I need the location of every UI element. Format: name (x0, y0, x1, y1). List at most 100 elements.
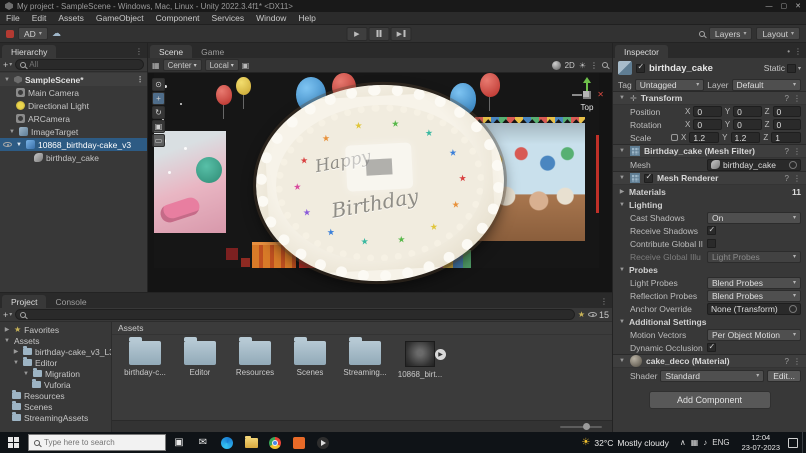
help-icon[interactable]: ? (785, 147, 789, 156)
foldout-icon[interactable]: ▼ (3, 338, 11, 344)
rotate-tool-button[interactable]: ↻ (152, 106, 165, 119)
more-icon[interactable]: ⋮ (793, 94, 801, 103)
gizmo-center-cube[interactable] (583, 91, 591, 99)
mesh-filter-header[interactable]: ▼ Birthday_cake (Mesh Filter) ? ⋮ (613, 144, 806, 158)
hierarchy-item-arcamera[interactable]: ARCamera (0, 112, 147, 125)
app-icon-orange[interactable] (288, 432, 310, 453)
tab-project[interactable]: Project (2, 295, 47, 308)
shading-mode-icon[interactable] (551, 60, 561, 70)
tab-hierarchy[interactable]: Hierarchy (2, 45, 57, 58)
shader-dropdown[interactable]: Standard (660, 369, 765, 382)
menu-edit[interactable]: Edit (26, 12, 53, 24)
hierarchy-item-main-camera[interactable]: Main Camera (0, 86, 147, 99)
gizmos-menu-icon[interactable]: ⋮ (590, 61, 598, 70)
chrome-browser-icon[interactable] (264, 432, 286, 453)
more-icon[interactable]: ⋮ (793, 174, 801, 183)
hierarchy-item-scene[interactable]: ▼ SampleScene* ⋮ (0, 73, 147, 86)
cast-shadows-dropdown[interactable]: On (707, 211, 801, 224)
position-x-field[interactable]: 0 (693, 106, 722, 117)
tree-item[interactable]: ▼ Migration (0, 368, 111, 379)
action-center-icon[interactable] (788, 437, 798, 448)
menu-assets[interactable]: Assets (52, 12, 90, 24)
foldout-icon[interactable]: ▼ (618, 267, 626, 273)
scene-lighting-icon[interactable]: ☀ (579, 61, 586, 70)
project-add-button[interactable]: + ▾ (3, 310, 12, 320)
rotation-x-field[interactable]: 0 (693, 119, 722, 130)
foldout-icon[interactable]: ▼ (8, 129, 16, 135)
foldout-icon[interactable]: ▶ (618, 188, 626, 195)
toggle-2d-button[interactable]: 2D (565, 61, 575, 70)
tree-item[interactable]: Scenes (0, 401, 111, 412)
panel-menu-icon[interactable]: ⋮ (600, 297, 608, 306)
taskbar-search-input[interactable] (44, 438, 160, 447)
menu-file[interactable]: File (0, 12, 26, 24)
foldout-icon[interactable]: ▼ (618, 95, 626, 101)
search-icon[interactable] (698, 30, 705, 37)
tree-favorites[interactable]: ▶ ★ Favorites (0, 324, 111, 335)
file-item[interactable]: Streaming... (342, 337, 388, 420)
tag-dropdown[interactable]: Untagged (634, 78, 705, 91)
hierarchy-add-button[interactable]: + ▾ (3, 60, 12, 70)
cloud-icon[interactable]: ☁ (52, 28, 61, 39)
gizmo-y-axis[interactable] (583, 77, 591, 91)
add-component-button[interactable]: Add Component (648, 391, 771, 409)
panel-menu-icon[interactable]: ⋮ (794, 47, 802, 56)
tab-scene[interactable]: Scene (150, 45, 193, 58)
layout-dropdown[interactable]: Layout ▾ (756, 27, 800, 40)
foldout-icon[interactable]: ▼ (618, 202, 626, 208)
rotation-y-field[interactable]: 0 (733, 119, 762, 130)
show-desktop-button[interactable] (802, 432, 806, 453)
scene-search-icon[interactable] (602, 62, 608, 68)
file-item[interactable]: birthday-c... (122, 337, 168, 420)
hidden-items-count[interactable]: 15 (587, 310, 609, 320)
shader-edit-button[interactable]: Edit... (767, 369, 801, 382)
renderer-enabled-checkbox[interactable] (644, 172, 653, 183)
language-indicator[interactable]: ENG (712, 438, 729, 447)
orientation-dropdown[interactable]: Local ▾ (204, 59, 239, 71)
materials-foldout[interactable]: ▶ Materials 11 (613, 185, 806, 198)
scale-y-field[interactable]: 1.2 (730, 132, 761, 143)
motion-vectors-dropdown[interactable]: Per Object Motion (707, 328, 801, 341)
maximize-button[interactable]: ▢ (781, 2, 788, 10)
taskbar-search[interactable] (28, 434, 166, 451)
account-dropdown[interactable]: AD ▾ (18, 27, 48, 40)
tree-assets-root[interactable]: ▼ Assets (0, 335, 111, 346)
additional-settings-foldout[interactable]: ▼ Additional Settings (613, 315, 806, 328)
project-search[interactable] (15, 309, 575, 320)
step-button[interactable]: ▶ (390, 26, 412, 41)
tree-item[interactable]: Resources (0, 390, 111, 401)
reflection-probes-dropdown[interactable]: Blend Probes (707, 289, 801, 302)
pivot-dropdown[interactable]: Center ▾ (162, 59, 202, 71)
task-view-button[interactable]: ▣ (168, 432, 190, 453)
layers-dropdown[interactable]: Layers ▾ (708, 27, 753, 40)
foldout-icon[interactable]: ▼ (22, 371, 30, 377)
menu-services[interactable]: Services (206, 12, 251, 24)
play-button[interactable]: ▶ (346, 26, 368, 41)
static-checkbox[interactable] (786, 63, 796, 73)
help-icon[interactable]: ? (785, 174, 789, 183)
menu-help[interactable]: Help (292, 12, 321, 24)
volume-icon[interactable]: ♪ (703, 438, 707, 447)
tree-item[interactable]: ▼ Editor (0, 357, 111, 368)
foldout-icon[interactable]: ▶ (3, 326, 11, 333)
tree-item[interactable]: Vuforia (0, 379, 111, 390)
lighting-foldout[interactable]: ▼ Lighting (613, 198, 806, 211)
receive-shadows-checkbox[interactable] (707, 225, 716, 235)
breadcrumb[interactable]: Assets (118, 323, 144, 333)
foldout-icon[interactable]: ▼ (618, 319, 626, 325)
static-toggle[interactable]: Static ▾ (764, 63, 801, 73)
help-icon[interactable]: ? (785, 94, 789, 103)
file-item-model[interactable]: ▶ 10868_birt... (397, 341, 446, 420)
rect-tool-button[interactable]: ▭ (152, 134, 165, 147)
help-icon[interactable]: ? (785, 357, 789, 366)
network-icon[interactable]: ▦ (691, 438, 699, 447)
foldout-icon[interactable]: ▶ (12, 348, 20, 355)
tree-item[interactable]: StreamingAssets (0, 412, 111, 423)
close-button[interactable]: ✕ (795, 2, 801, 10)
tree-item[interactable]: ▶ birthday-cake_v3_L3.123 (0, 346, 111, 357)
tab-inspector[interactable]: Inspector (615, 45, 668, 58)
anchor-override-field[interactable]: None (Transform) (707, 302, 801, 315)
hierarchy-item-birthday-cake-v3[interactable]: ▼ 10868_birthday-cake_v3 (0, 138, 147, 151)
file-item[interactable]: Resources (232, 337, 278, 420)
mail-app-icon[interactable]: ✉ (192, 432, 214, 453)
